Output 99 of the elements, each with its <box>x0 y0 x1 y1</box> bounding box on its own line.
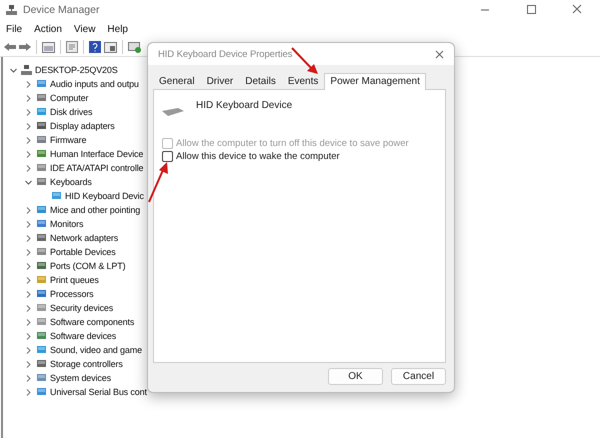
document-icon[interactable] <box>66 41 78 53</box>
device-icon <box>36 135 47 145</box>
tree-item[interactable]: Security devices <box>50 303 114 313</box>
device-icon <box>36 79 47 89</box>
expand-chevron-icon[interactable] <box>24 220 33 228</box>
tree-item[interactable]: HID Keyboard Devic <box>65 191 144 201</box>
device-icon <box>36 177 47 187</box>
tree-item[interactable]: Mice and other pointing <box>50 205 140 215</box>
menu-item[interactable]: Action <box>34 24 62 34</box>
tree-item[interactable]: Universal Serial Bus cont <box>50 387 147 397</box>
device-icon <box>36 233 47 243</box>
tree-item[interactable]: DESKTOP-25QV20S <box>35 65 118 75</box>
device-icon <box>51 191 62 201</box>
monitor-icon[interactable] <box>128 42 141 52</box>
computer-icon <box>21 65 32 75</box>
checkbox[interactable] <box>162 151 173 162</box>
tree-item[interactable]: Software components <box>50 317 134 327</box>
device-icon <box>36 275 47 285</box>
keyboard-icon <box>162 108 184 116</box>
tree-item[interactable]: Software devices <box>50 331 116 341</box>
device-icon <box>36 93 47 103</box>
device-icon <box>36 359 47 369</box>
device-icon <box>36 317 47 327</box>
dialog-title: HID Keyboard Device Properties <box>158 48 292 60</box>
expand-chevron-icon[interactable] <box>24 108 33 116</box>
help-icon[interactable] <box>89 41 101 53</box>
menu-item[interactable]: File <box>6 24 22 34</box>
collapse-chevron-icon[interactable] <box>24 178 33 186</box>
tab[interactable]: General <box>153 74 201 89</box>
device-icon <box>36 107 47 117</box>
tree-item[interactable]: Processors <box>50 289 94 299</box>
tree-item[interactable]: Human Interface Device <box>50 149 144 159</box>
device-icon <box>36 373 47 383</box>
expand-chevron-icon[interactable] <box>24 318 33 326</box>
expand-chevron-icon[interactable] <box>24 332 33 340</box>
checkbox-label: Allow this device to wake the computer <box>176 151 340 162</box>
close-icon[interactable] <box>435 50 444 58</box>
expand-chevron-icon[interactable] <box>24 248 33 256</box>
device-icon <box>36 261 47 271</box>
expand-chevron-icon[interactable] <box>24 374 33 382</box>
window-title: Device Manager <box>23 4 100 16</box>
device-icon <box>36 219 47 229</box>
tab[interactable]: Details <box>239 74 282 89</box>
annotation-arrow <box>146 160 170 204</box>
tree-item[interactable]: System devices <box>50 373 111 383</box>
tree-item[interactable]: Audio inputs and outpu <box>50 79 139 89</box>
expand-chevron-icon[interactable] <box>24 94 33 102</box>
expand-chevron-icon[interactable] <box>24 122 33 130</box>
tree-item[interactable]: Print queues <box>50 275 99 285</box>
tab[interactable]: Power Management <box>324 73 426 90</box>
expand-chevron-icon[interactable] <box>24 304 33 312</box>
device-icon <box>36 163 47 173</box>
menu-item[interactable]: View <box>74 24 96 34</box>
expand-chevron-icon[interactable] <box>24 262 33 270</box>
expand-chevron-icon[interactable] <box>24 346 33 354</box>
expand-chevron-icon[interactable] <box>24 234 33 242</box>
expand-chevron-icon[interactable] <box>24 276 33 284</box>
expand-chevron-icon[interactable] <box>24 136 33 144</box>
device-icon <box>36 303 47 313</box>
tree-item[interactable]: IDE ATA/ATAPI controlle <box>50 163 144 173</box>
tree-item[interactable]: Keyboards <box>50 177 92 187</box>
expand-chevron-icon[interactable] <box>24 360 33 368</box>
tree-item[interactable]: Portable Devices <box>50 247 116 257</box>
tab[interactable]: Events <box>282 74 324 89</box>
tree-item[interactable]: Display adapters <box>50 121 115 131</box>
back-arrow-icon[interactable] <box>4 42 16 52</box>
device-icon <box>36 121 47 131</box>
tab[interactable]: Driver <box>200 74 240 89</box>
expand-chevron-icon[interactable] <box>24 206 33 214</box>
tree-item[interactable]: Sound, video and game <box>50 345 142 355</box>
expand-chevron-icon[interactable] <box>24 80 33 88</box>
tree-item[interactable]: Storage controllers <box>50 359 123 369</box>
device-name: HID Keyboard Device <box>196 100 292 111</box>
device-icon <box>36 205 47 215</box>
expand-chevron-icon[interactable] <box>24 164 33 172</box>
tree-item[interactable]: Network adapters <box>50 233 118 243</box>
device-icon <box>36 247 47 257</box>
window-icon[interactable] <box>42 42 55 52</box>
tree-item[interactable]: Ports (COM & LPT) <box>50 261 126 271</box>
app-icon <box>6 4 17 16</box>
collapse-chevron-icon[interactable] <box>9 66 18 74</box>
ok-button[interactable]: OK <box>328 368 383 385</box>
checkbox-label: Allow the computer to turn off this device to save power <box>176 138 409 149</box>
device-icon <box>36 331 47 341</box>
tree-item[interactable]: Monitors <box>50 219 84 229</box>
window-icon[interactable] <box>104 42 117 52</box>
tree-item[interactable]: Computer <box>50 93 88 103</box>
tree-item[interactable]: Disk drives <box>50 107 92 117</box>
expand-chevron-icon[interactable] <box>24 290 33 298</box>
device-icon <box>36 345 47 355</box>
device-icon <box>36 149 47 159</box>
menu-item[interactable]: Help <box>107 24 128 34</box>
cancel-button[interactable]: Cancel <box>391 368 446 385</box>
tree-item[interactable]: Firmware <box>50 135 86 145</box>
device-icon <box>36 289 47 299</box>
device-icon <box>36 387 47 397</box>
expand-chevron-icon[interactable] <box>24 388 33 396</box>
expand-chevron-icon[interactable] <box>24 150 33 158</box>
forward-arrow-icon[interactable] <box>19 42 31 52</box>
